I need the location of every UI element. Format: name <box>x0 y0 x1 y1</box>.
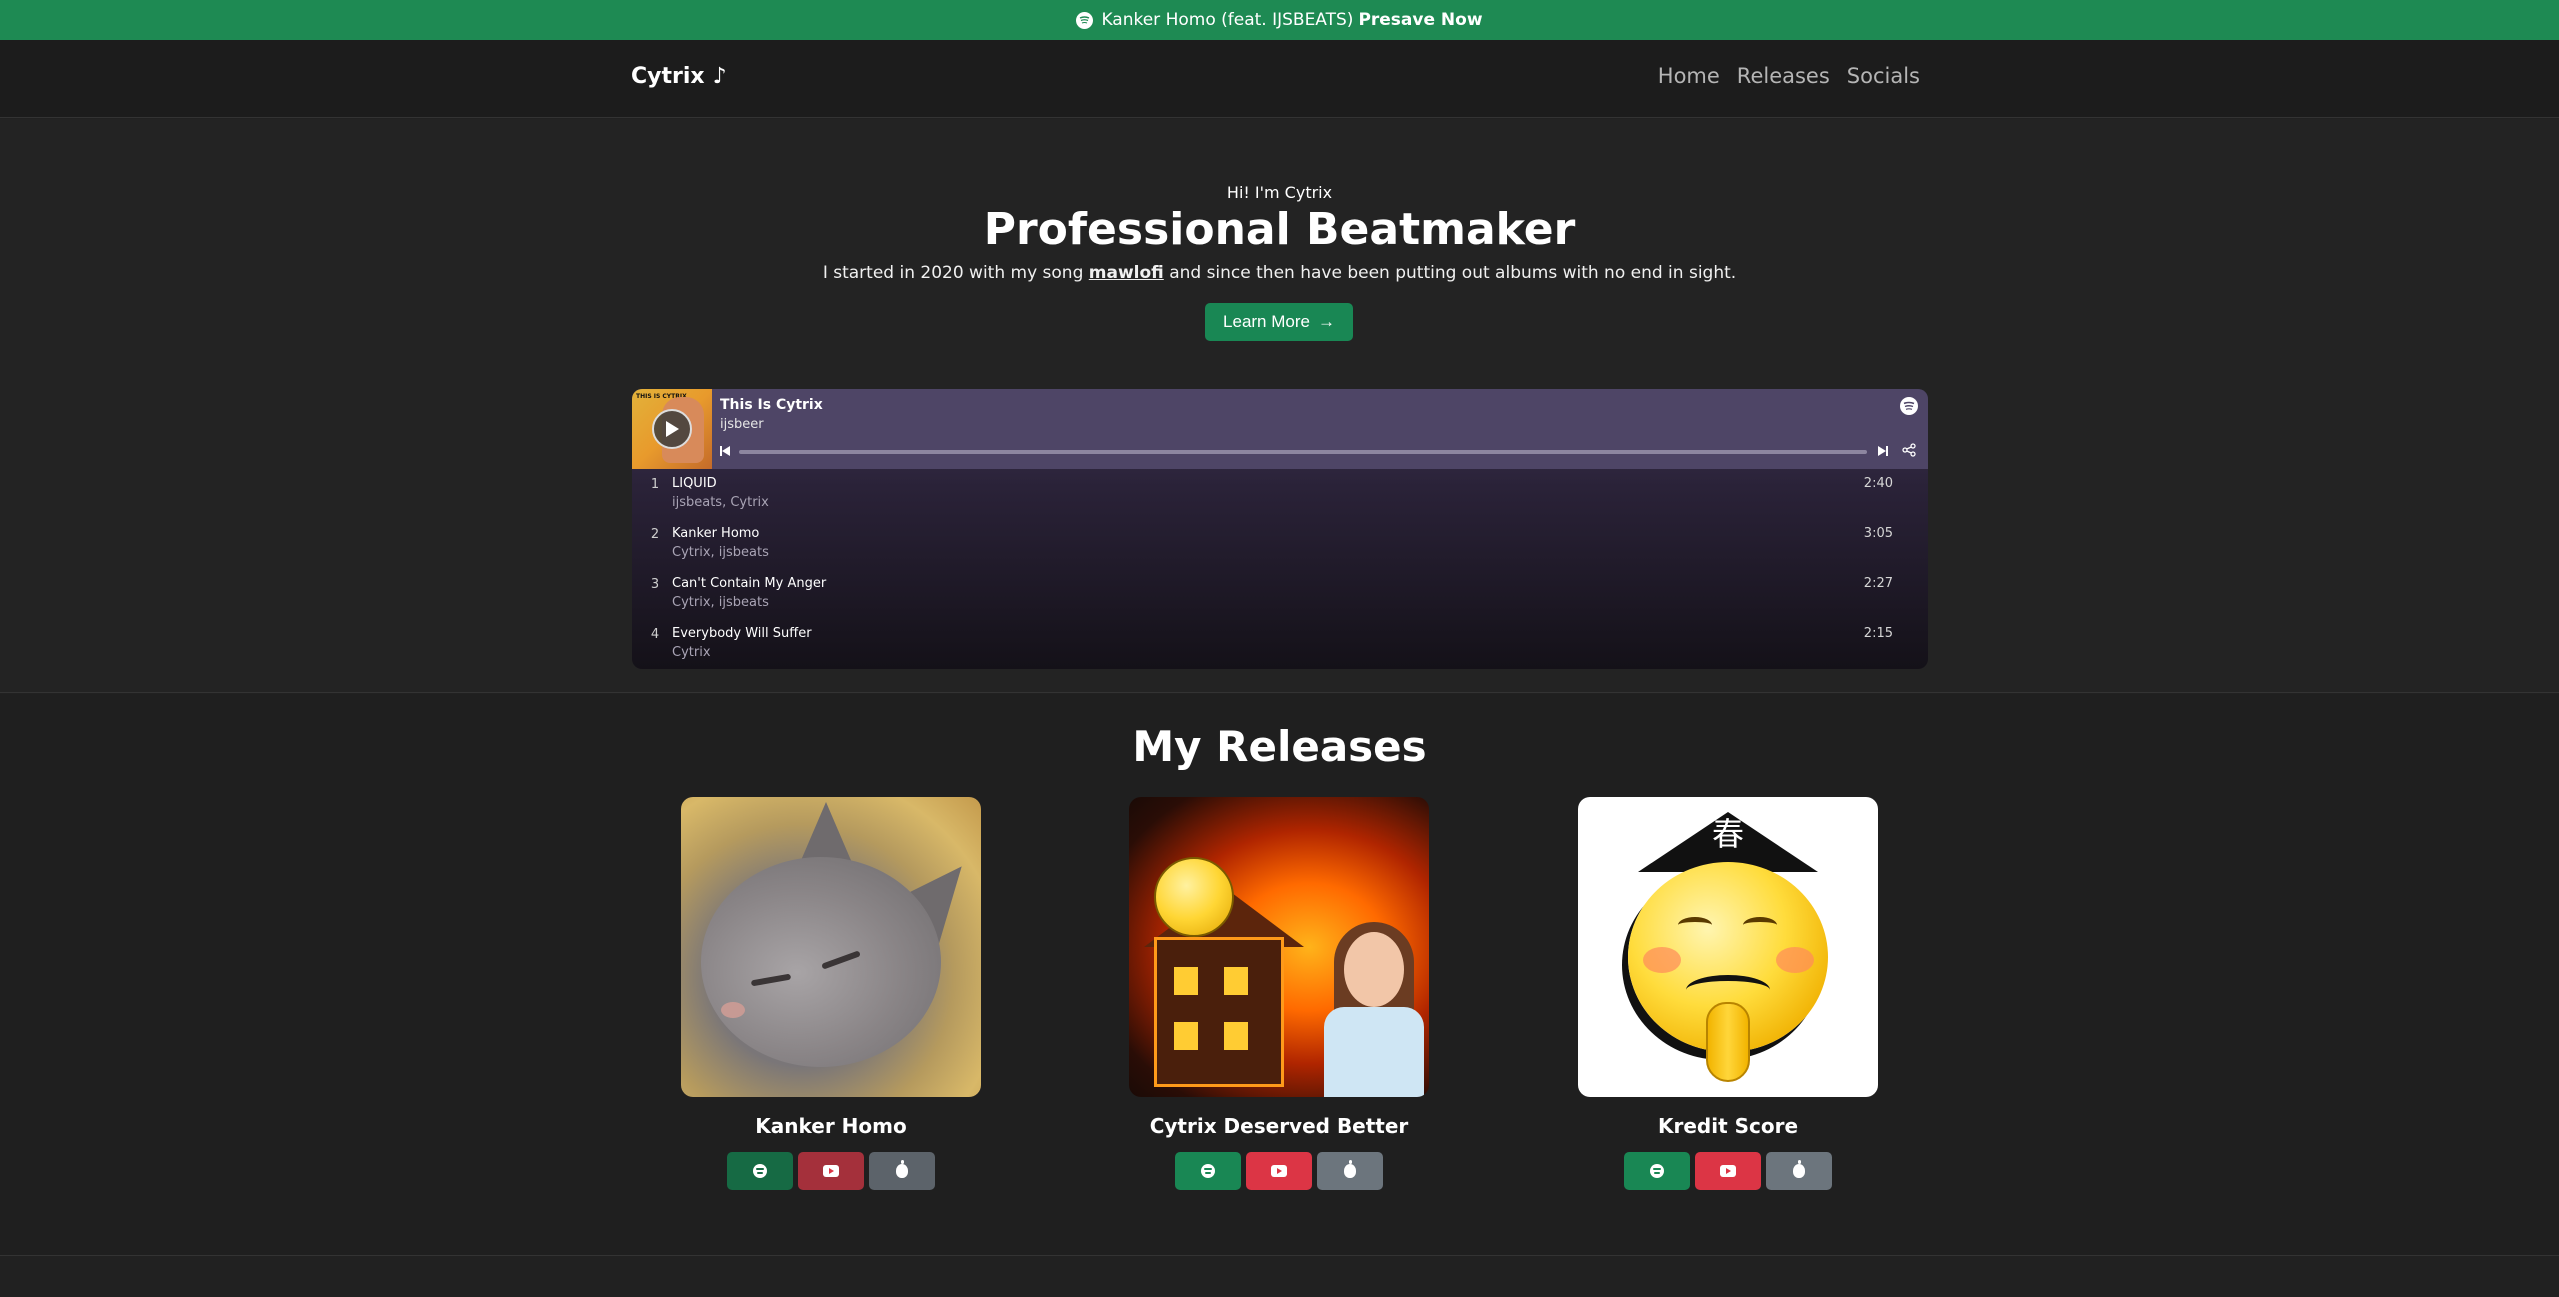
track-artists: Cytrix <box>672 645 711 660</box>
playlist-owner[interactable]: ijsbeer <box>720 417 764 432</box>
release-links <box>1129 1152 1429 1190</box>
releases-section: My Releases Kanker Homo Cytrix Deserved … <box>0 694 2559 1256</box>
spotify-icon <box>753 1164 767 1178</box>
track-row[interactable]: 1 LIQUID ijsbeats, Cytrix 2:40 <box>632 469 1928 519</box>
apple-music-button[interactable] <box>1317 1152 1383 1190</box>
spotify-button[interactable] <box>1624 1152 1690 1190</box>
mawlofi-link[interactable]: mawlofi <box>1089 263 1164 283</box>
spotify-icon <box>1201 1164 1215 1178</box>
arrow-right-icon: → <box>1317 312 1335 331</box>
spotify-button[interactable] <box>727 1152 793 1190</box>
release-title: Cytrix Deserved Better <box>1149 1114 1409 1138</box>
apple-icon <box>1344 1160 1356 1178</box>
hero-greeting: Hi! I'm Cytrix <box>1226 183 1333 202</box>
track-row[interactable]: 3 Can't Contain My Anger Cytrix, ijsbeat… <box>632 569 1928 619</box>
next-track-icon[interactable] <box>1878 445 1888 459</box>
track-row[interactable]: 2 Kanker Homo Cytrix, ijsbeats 3:05 <box>632 519 1928 569</box>
release-cover-emoji[interactable]: 春 <box>1578 797 1878 1097</box>
track-name: Can't Contain My Anger <box>672 576 827 591</box>
track-artists: ijsbeats, Cytrix <box>672 495 769 510</box>
release-title: Kanker Homo <box>755 1114 907 1138</box>
playlist-cover: THIS IS CYTRIX <box>632 389 712 469</box>
track-name: Everybody Will Suffer <box>672 626 812 641</box>
release-card: 春 Kredit Score <box>1578 797 1878 1190</box>
lead-after: and since then have been putting out alb… <box>1169 263 1737 283</box>
music-note-icon: ♪ <box>712 64 727 89</box>
track-number: 2 <box>650 527 660 542</box>
share-icon[interactable] <box>1902 443 1916 461</box>
announcement-bar[interactable]: Kanker Homo (feat. IJSBEATS) Presave Now <box>0 0 2559 40</box>
track-number: 4 <box>650 627 660 642</box>
brand-logo[interactable]: Cytrix ♪ <box>631 64 727 89</box>
track-row[interactable]: 4 Everybody Will Suffer Cytrix 2:15 <box>632 619 1928 669</box>
playlist-title[interactable]: This Is Cytrix <box>720 397 823 413</box>
presave-link[interactable]: Presave Now <box>1358 10 1482 30</box>
play-icon <box>666 421 679 437</box>
youtube-button[interactable] <box>1246 1152 1312 1190</box>
track-artists: Cytrix, ijsbeats <box>672 595 769 610</box>
play-button[interactable] <box>652 409 692 449</box>
spotify-icon <box>1650 1164 1664 1178</box>
youtube-icon <box>1271 1165 1287 1177</box>
spotify-logo-icon[interactable] <box>1900 397 1918 415</box>
embed-header: THIS IS CYTRIX This Is Cytrix ijsbeer <box>632 389 1928 469</box>
progress-bar[interactable] <box>739 450 1867 454</box>
apple-icon <box>1793 1160 1805 1178</box>
track-name: Kanker Homo <box>672 526 760 541</box>
releases-heading: My Releases <box>1132 722 1427 771</box>
track-list: 1 LIQUID ijsbeats, Cytrix 2:40 2 Kanker … <box>632 469 1928 669</box>
track-duration: 2:40 <box>1863 476 1893 491</box>
brand-name: Cytrix <box>631 64 705 89</box>
spotify-icon <box>1076 11 1094 29</box>
track-number: 1 <box>650 477 660 492</box>
nav-home[interactable]: Home <box>1658 64 1720 88</box>
track-name: LIQUID <box>672 476 717 491</box>
apple-music-button[interactable] <box>1766 1152 1832 1190</box>
spotify-button[interactable] <box>1175 1152 1241 1190</box>
release-cover-burning-house[interactable] <box>1129 797 1429 1097</box>
announcement-text: Kanker Homo (feat. IJSBEATS) <box>1101 10 1354 30</box>
release-card: Kanker Homo <box>681 797 981 1190</box>
spotify-embed: THIS IS CYTRIX This Is Cytrix ijsbeer 1 … <box>632 389 1928 669</box>
apple-icon <box>896 1160 908 1178</box>
track-duration: 2:27 <box>1863 576 1893 591</box>
navbar: Cytrix ♪ Home Releases Socials <box>0 40 2559 118</box>
youtube-icon <box>823 1165 839 1177</box>
release-links <box>1578 1152 1878 1190</box>
nav-releases[interactable]: Releases <box>1737 64 1830 88</box>
release-links <box>681 1152 981 1190</box>
nav-socials[interactable]: Socials <box>1847 64 1920 88</box>
previous-track-icon[interactable] <box>720 445 730 459</box>
nav-links: Home Releases Socials <box>1658 64 1920 88</box>
track-duration: 3:05 <box>1863 526 1893 541</box>
hero-title: Professional Beatmaker <box>983 204 1576 255</box>
hero-section: Hi! I'm Cytrix Professional Beatmaker I … <box>0 119 2559 693</box>
lead-before: I started in 2020 with my song <box>822 263 1084 283</box>
release-title: Kredit Score <box>1657 1114 1799 1138</box>
release-card: Cytrix Deserved Better <box>1129 797 1429 1190</box>
hero-lead: I started in 2020 with my song mawlofi a… <box>0 263 2559 283</box>
apple-music-button[interactable] <box>869 1152 935 1190</box>
learn-more-button[interactable]: Learn More → <box>1205 303 1353 341</box>
track-duration: 2:15 <box>1863 626 1893 641</box>
youtube-button[interactable] <box>1695 1152 1761 1190</box>
release-cover-sleeping-cat[interactable] <box>681 797 981 1097</box>
youtube-button[interactable] <box>798 1152 864 1190</box>
youtube-icon <box>1720 1165 1736 1177</box>
track-number: 3 <box>650 577 660 592</box>
track-artists: Cytrix, ijsbeats <box>672 545 769 560</box>
learn-more-label: Learn More <box>1223 312 1310 331</box>
